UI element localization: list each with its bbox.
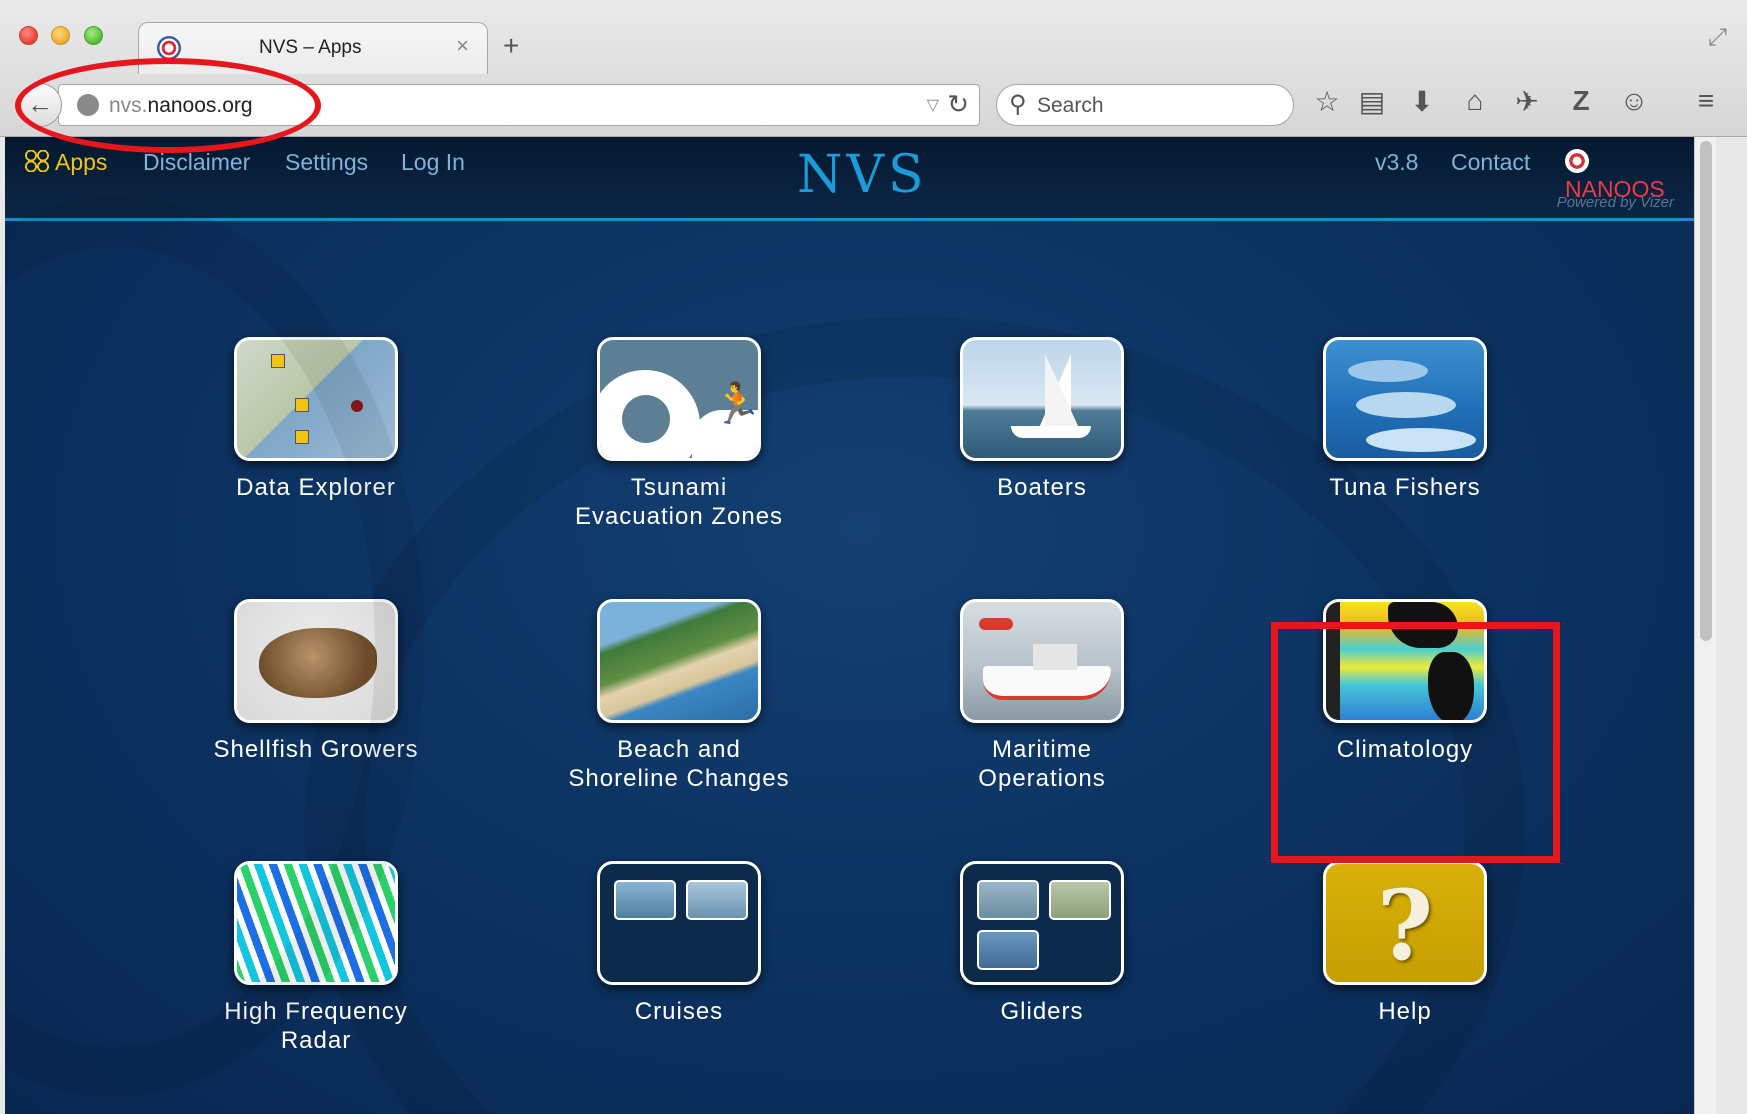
- new-tab-button[interactable]: +: [503, 30, 519, 62]
- boat-hull-icon: [983, 666, 1111, 700]
- url-text[interactable]: nvs.nanoos.org: [109, 94, 253, 118]
- beach-coastline-icon: [597, 599, 761, 723]
- chat-icon[interactable]: ☺: [1616, 85, 1652, 117]
- cruises-tile-icon: [597, 861, 761, 985]
- app-label: Gliders: [1000, 998, 1084, 1025]
- app-label: Tsunami Evacuation Zones: [574, 474, 784, 530]
- app-label: Shellfish Growers: [213, 736, 419, 763]
- zotero-icon[interactable]: Z: [1563, 85, 1599, 117]
- app-label: Maritime Operations: [978, 736, 1106, 792]
- page-content: Apps Disclaimer Settings Log In NVS v3.8…: [5, 137, 1716, 1114]
- app-label: Tuna Fishers: [1329, 474, 1481, 501]
- gliders-tile-icon: [960, 861, 1124, 985]
- app-gliders[interactable]: Gliders: [882, 861, 1202, 1026]
- app-label: Boaters: [997, 474, 1087, 501]
- nav-apps-label: Apps: [55, 149, 108, 175]
- nav-settings[interactable]: Settings: [285, 149, 368, 176]
- version-label: v3.8: [1375, 149, 1419, 175]
- glider-thumb-icon: [977, 880, 1039, 920]
- search-icon: ⚲: [1009, 91, 1027, 118]
- buoy-marker-icon: [271, 354, 285, 368]
- vertical-scrollbar[interactable]: [1694, 137, 1716, 1114]
- url-subdomain: nvs.: [109, 94, 148, 117]
- reload-icon[interactable]: ↻: [947, 89, 969, 120]
- url-bar[interactable]: nvs.nanoos.org ▽ ↻: [58, 84, 980, 126]
- app-climatology[interactable]: Climatology: [1245, 599, 1565, 764]
- tab-title: NVS – Apps: [259, 37, 362, 58]
- app-tsunami-evacuation-zones[interactable]: 🏃 Tsunami Evacuation Zones: [519, 337, 839, 531]
- home-icon[interactable]: ⌂: [1457, 85, 1493, 117]
- site-logo[interactable]: NVS: [797, 145, 928, 205]
- coast-guard-boat-icon: [960, 599, 1124, 723]
- tab-close-icon[interactable]: ×: [456, 33, 469, 59]
- buoy-marker-icon: [295, 398, 309, 412]
- app-label: High Frequency Radar: [224, 998, 408, 1054]
- north-america-icon: [1388, 602, 1458, 648]
- back-button[interactable]: ←: [18, 83, 62, 127]
- app-cruises[interactable]: Cruises: [519, 861, 839, 1026]
- radar-vectors-icon: [234, 861, 398, 985]
- glider-thumb-icon: [977, 930, 1039, 970]
- sailboat-icon: [960, 337, 1124, 461]
- scrollbar-thumb[interactable]: [1700, 141, 1712, 641]
- nav-apps[interactable]: Apps: [25, 149, 107, 176]
- search-input[interactable]: Search: [1037, 94, 1104, 118]
- app-beach-shoreline-changes[interactable]: Beach and Shoreline Changes: [519, 599, 839, 793]
- fullscreen-icon[interactable]: ⤢: [1708, 24, 1727, 52]
- window-close-button[interactable]: [19, 26, 38, 45]
- tuna-fish-icon: [1323, 337, 1487, 461]
- running-person-icon: 🏃: [712, 382, 761, 426]
- glider-thumb-icon: [1049, 880, 1111, 920]
- app-tuna-fishers[interactable]: Tuna Fishers: [1245, 337, 1565, 502]
- reading-list-icon[interactable]: ▤: [1354, 85, 1390, 118]
- apps-grid-icon: [25, 150, 49, 172]
- south-america-icon: [1428, 652, 1474, 720]
- station-marker-icon: [351, 400, 363, 412]
- bookmark-star-icon[interactable]: ☆: [1309, 85, 1345, 118]
- tsunami-wave-icon: 🏃: [597, 337, 761, 461]
- oyster-icon: [234, 599, 398, 723]
- app-label: Cruises: [634, 998, 724, 1025]
- helicopter-icon: [979, 618, 1013, 630]
- downloads-icon[interactable]: ⬇: [1404, 85, 1440, 118]
- help-question-icon: ?: [1323, 861, 1487, 985]
- menu-icon[interactable]: ≡: [1688, 85, 1724, 117]
- climatology-map-icon: [1323, 599, 1487, 723]
- window-minimize-button[interactable]: [51, 26, 70, 45]
- buoy-marker-icon: [295, 430, 309, 444]
- app-label: Help: [1378, 998, 1432, 1025]
- app-high-frequency-radar[interactable]: High Frequency Radar: [156, 861, 476, 1055]
- site-header: Apps Disclaimer Settings Log In NVS v3.8…: [5, 137, 1694, 221]
- app-label: Beach and Shoreline Changes: [568, 736, 790, 792]
- nanoos-favicon-icon: [157, 36, 181, 60]
- url-domain: nanoos.org: [147, 94, 253, 117]
- data-explorer-map-icon: [234, 337, 398, 461]
- app-boaters[interactable]: Boaters: [882, 337, 1202, 502]
- url-history-dropdown-icon[interactable]: ▽: [927, 95, 939, 115]
- globe-icon: [77, 94, 99, 116]
- question-mark-glyph: ?: [1376, 869, 1434, 982]
- research-ship-thumb-icon: [614, 880, 676, 920]
- nav-login[interactable]: Log In: [401, 149, 465, 176]
- app-data-explorer[interactable]: Data Explorer: [156, 337, 476, 502]
- powered-by-label: Powered by Vizer: [1556, 194, 1674, 211]
- app-shellfish-growers[interactable]: Shellfish Growers: [156, 599, 476, 764]
- nanoos-logo-icon: [1565, 149, 1589, 173]
- nav-disclaimer[interactable]: Disclaimer: [143, 149, 250, 176]
- app-maritime-operations[interactable]: Maritime Operations: [882, 599, 1202, 793]
- research-ship-thumb-icon: [686, 880, 748, 920]
- app-label: Climatology: [1336, 736, 1474, 763]
- window-zoom-button[interactable]: [84, 26, 103, 45]
- browser-tab[interactable]: NVS – Apps ×: [138, 22, 488, 74]
- app-label: Data Explorer: [236, 474, 396, 501]
- app-help[interactable]: ? Help: [1245, 861, 1565, 1026]
- nav-contact[interactable]: Contact: [1451, 149, 1530, 176]
- navigation-toolbar: nvs.nanoos.org ▽ ↻ ← ⚲ Search ☆ ▤ ⬇ ⌂ ✈ …: [0, 74, 1747, 136]
- browser-chrome: NVS – Apps × + ⤢ nvs.nanoos.org ▽ ↻ ← ⚲ …: [0, 0, 1747, 137]
- search-bar[interactable]: ⚲ Search: [996, 84, 1294, 126]
- send-icon[interactable]: ✈: [1509, 85, 1545, 118]
